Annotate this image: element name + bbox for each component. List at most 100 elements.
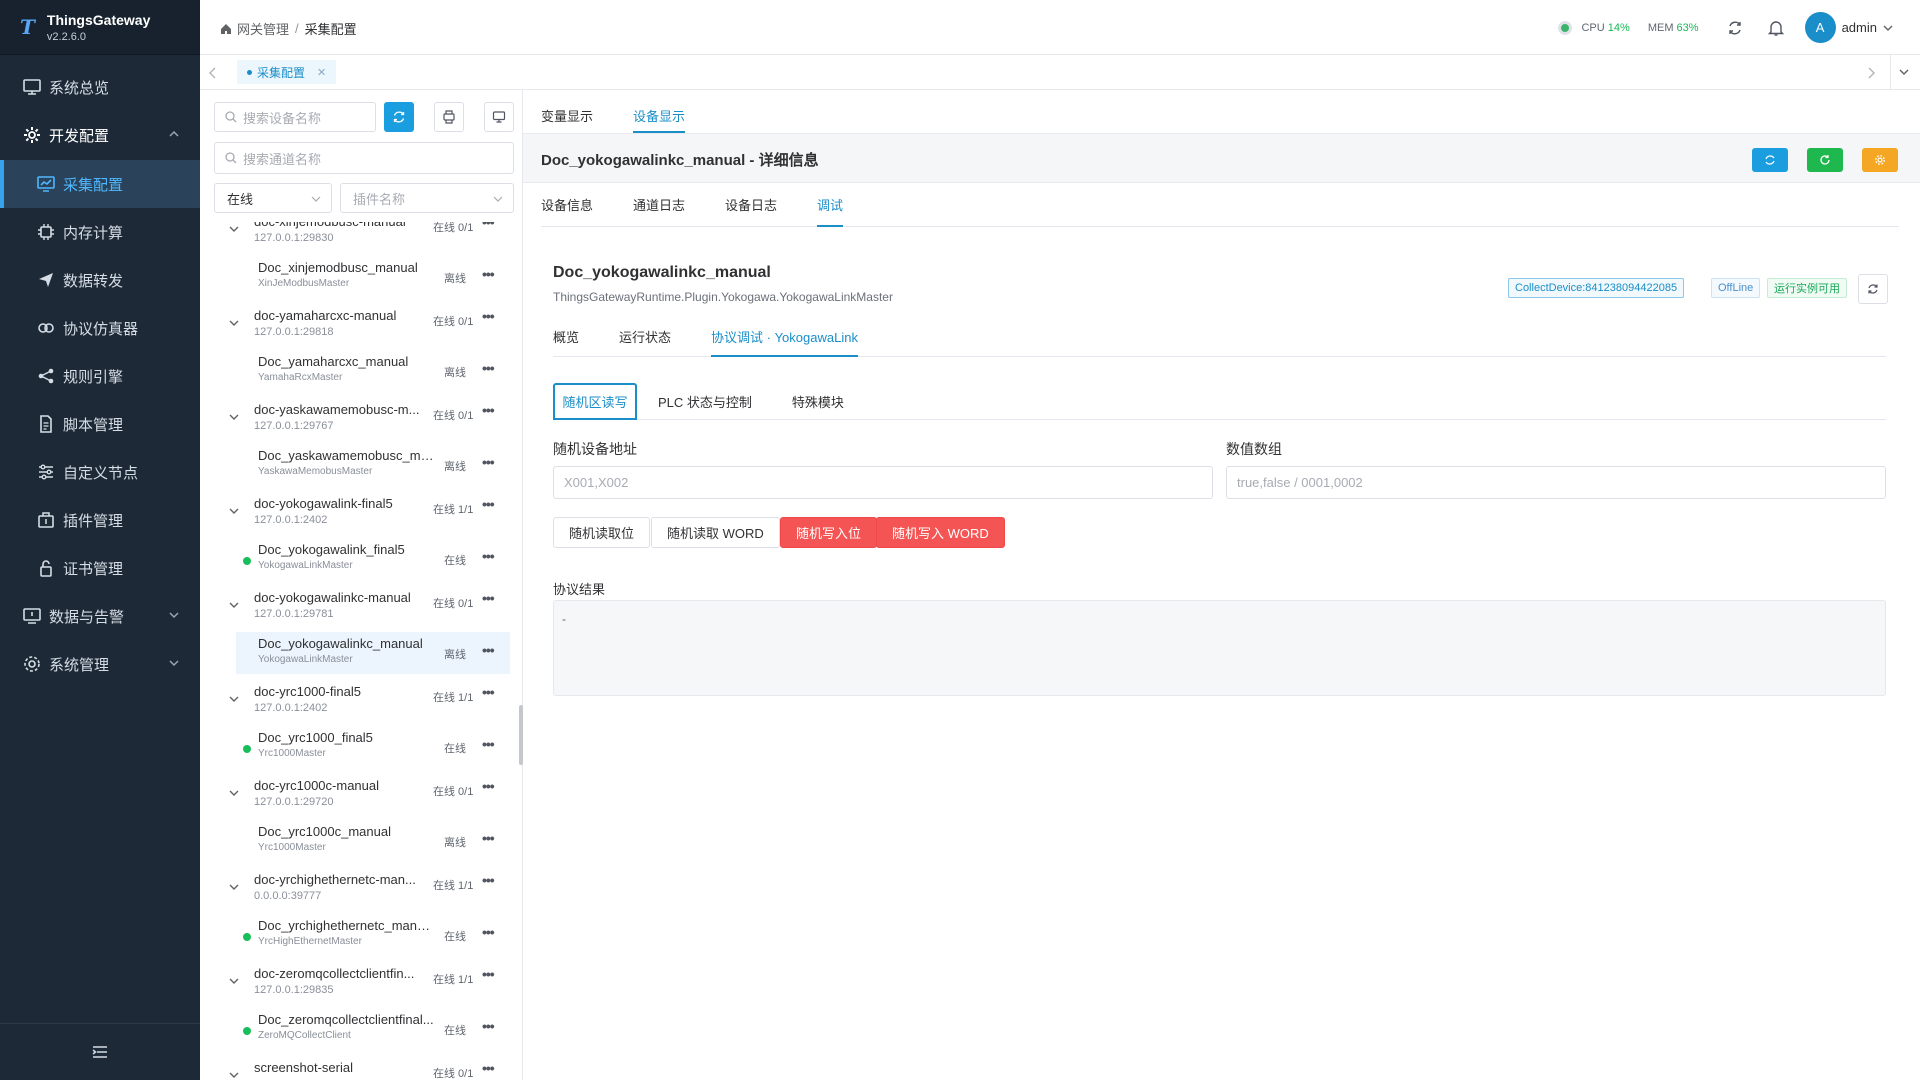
breadcrumb-gateway[interactable]: 网关管理 (237, 19, 289, 38)
tab-overview[interactable]: 概览 (553, 327, 579, 357)
tab-special-module[interactable]: 特殊模块 (792, 383, 844, 420)
more-icon[interactable]: ••• (482, 454, 495, 470)
tree-device-node[interactable]: Doc_xinjemodbusc_manual XinJeModbusMaster… (236, 256, 510, 298)
more-icon[interactable]: ••• (482, 360, 495, 376)
random-write-bit-button[interactable]: 随机写入位 (780, 517, 878, 548)
menu-item-rule-engine[interactable]: 规则引擎 (0, 352, 200, 400)
bell-icon[interactable] (1767, 19, 1785, 37)
sidebar: T ThingsGateway v2.2.6.0 系统总览 开发配置 采集配置 … (0, 0, 200, 1080)
search-icon (225, 152, 237, 164)
search-channel-input[interactable]: 搜索通道名称 (214, 142, 514, 174)
tree-device-node[interactable]: Doc_yaskawamemobusc_ma... YaskawaMemobusM… (236, 444, 510, 486)
status-select[interactable]: 在线 (214, 183, 332, 213)
address-input[interactable]: X001,X002 (553, 466, 1213, 499)
more-icon[interactable]: ••• (482, 736, 495, 752)
more-icon[interactable]: ••• (482, 1018, 495, 1034)
plugin-select[interactable]: 插件名称 (340, 183, 514, 213)
tree-device-node[interactable]: Doc_yrc1000c_manual Yrc1000Master 离线 ••• (236, 820, 510, 862)
tree-channel-node[interactable]: doc-yokogawalink-final5 127.0.0.1:2402 在线 … (200, 496, 522, 540)
collapse-menu-button[interactable] (0, 1023, 200, 1080)
chevron-down-icon[interactable] (1882, 22, 1894, 34)
value-input[interactable]: true,false / 0001,0002 (1226, 466, 1886, 499)
tab-variable-view[interactable]: 变量显示 (541, 100, 593, 133)
tree-channel-node[interactable]: doc-yamaharcxc-manual 127.0.0.1:29818 在线 0… (200, 308, 522, 352)
more-icon[interactable]: ••• (482, 966, 495, 982)
more-icon[interactable]: ••• (482, 590, 495, 606)
menu-item-data-forward[interactable]: 数据转发 (0, 256, 200, 304)
menu-item-memory-compute[interactable]: 内存计算 (0, 208, 200, 256)
more-icon[interactable]: ••• (482, 308, 495, 324)
tree-device-node[interactable]: Doc_yrc1000_final5 Yrc1000Master 在线 ••• (236, 726, 510, 768)
refresh-button[interactable] (1752, 148, 1788, 172)
tabs-scroll-left-icon[interactable] (208, 67, 218, 79)
tab-channel-log[interactable]: 通道日志 (633, 197, 685, 227)
tree-device-node[interactable]: Doc_zeromqcollectclientfinal... ZeroMQCol… (236, 1008, 510, 1050)
tree-device-node[interactable]: Doc_yrchighethernetc_manual YrcHighEthern… (236, 914, 510, 956)
more-icon[interactable]: ••• (482, 872, 495, 888)
page-tab-collect-config[interactable]: 采集配置 ✕ (237, 60, 337, 84)
random-read-word-button[interactable]: 随机读取 WORD (651, 517, 780, 548)
tree-channel-node[interactable]: doc-xinjemodbusc-manual127.0.0.1:29830在线… (200, 222, 522, 258)
tree-channel-node[interactable]: doc-yrc1000c-manual 127.0.0.1:29720 在线 0/1… (200, 778, 522, 822)
menu-item-custom-node[interactable]: 自定义节点 (0, 448, 200, 496)
tree-channel-node[interactable]: doc-yrc1000-final5 127.0.0.1:2402 在线 1/1 ••… (200, 684, 522, 728)
tree-channel-node[interactable]: screenshot-serial 在线 0/1 ••• (200, 1060, 522, 1080)
more-icon[interactable]: ••• (482, 222, 495, 230)
tree-device-node[interactable]: Doc_yamaharcxc_manual YamahaRcxMaster 离线 ••… (236, 350, 510, 392)
tree-channel-node[interactable]: doc-zeromqcollectclientfin... 127.0.0.1:2… (200, 966, 522, 1010)
menu-item-overview[interactable]: 系统总览 (0, 63, 200, 111)
more-icon[interactable]: ••• (482, 402, 495, 418)
menu-item-plugin-manage[interactable]: 插件管理 (0, 496, 200, 544)
more-icon[interactable]: ••• (482, 684, 495, 700)
device-plugin-class: ThingsGatewayRuntime.Plugin.Yokogawa.Yok… (553, 290, 893, 304)
app-logo[interactable]: T ThingsGateway v2.2.6.0 (0, 0, 200, 55)
menu-item-protocol-simulator[interactable]: 协议仿真器 (0, 304, 200, 352)
restart-button[interactable] (1807, 148, 1843, 172)
settings-button[interactable] (1862, 148, 1898, 172)
menu-item-data-alarm[interactable]: 数据与告警 (0, 592, 200, 640)
more-icon[interactable]: ••• (482, 830, 495, 846)
chevron-down-icon (229, 884, 239, 890)
refresh-tree-button[interactable] (384, 102, 414, 132)
search-device-input[interactable]: 搜索设备名称 (214, 102, 376, 132)
tab-protocol-debug[interactable]: 协议调试 · YokogawaLink (711, 327, 858, 357)
menu-item-system-manage[interactable]: 系统管理 (0, 640, 200, 688)
tree-device-node[interactable]: Doc_yokogawalink_final5 YokogawaLinkMaste… (236, 538, 510, 580)
menu-item-cert-manage[interactable]: 证书管理 (0, 544, 200, 592)
tab-device-log[interactable]: 设备日志 (725, 197, 777, 227)
device-refresh-button[interactable] (1858, 274, 1888, 304)
more-icon[interactable]: ••• (482, 1060, 495, 1076)
channel-view-button[interactable] (434, 102, 464, 132)
more-icon[interactable]: ••• (482, 642, 495, 658)
more-icon[interactable]: ••• (482, 496, 495, 512)
tree-channel-node[interactable]: doc-yrchighethernetc-man... 0.0.0.0:39777… (200, 872, 522, 916)
tree-channel-node[interactable]: doc-yaskawamemobusc-m... 127.0.0.1:29767 在… (200, 402, 522, 446)
chevron-down-icon (169, 660, 179, 667)
tabs-menu-chevron-icon[interactable] (1898, 66, 1910, 78)
refresh-icon[interactable] (1727, 20, 1743, 36)
more-icon[interactable]: ••• (482, 778, 495, 794)
close-icon[interactable]: ✕ (317, 66, 326, 79)
more-icon[interactable]: ••• (482, 548, 495, 564)
tab-random-rw[interactable]: 随机区读写 (553, 382, 637, 420)
online-dot (243, 933, 251, 941)
user-name[interactable]: admin (1842, 20, 1877, 35)
device-view-button[interactable] (484, 102, 514, 132)
tabs-scroll-right-icon[interactable] (1866, 67, 1876, 79)
avatar[interactable]: A (1804, 12, 1836, 43)
tab-device-view[interactable]: 设备显示 (633, 100, 686, 133)
more-icon[interactable]: ••• (482, 924, 495, 940)
menu-item-dev-config[interactable]: 开发配置 (0, 111, 200, 159)
random-write-word-button[interactable]: 随机写入 WORD (876, 517, 1005, 548)
tree-channel-node[interactable]: doc-yokogawalinkc-manual 127.0.0.1:29781 在… (200, 590, 522, 634)
protocol-tabs: 概览 运行状态 协议调试 · YokogawaLink (553, 327, 1886, 357)
tree-device-node-selected[interactable]: Doc_yokogawalinkc_manual YokogawaLinkMast… (236, 632, 510, 674)
menu-item-script-manage[interactable]: 脚本管理 (0, 400, 200, 448)
more-icon[interactable]: ••• (482, 266, 495, 282)
random-read-bit-button[interactable]: 随机读取位 (553, 517, 651, 548)
tab-plc-status-control[interactable]: PLC 状态与控制 (658, 383, 752, 420)
menu-item-collect-config[interactable]: 采集配置 (0, 160, 200, 208)
tab-runtime-status[interactable]: 运行状态 (619, 327, 671, 357)
tab-debug[interactable]: 调试 (817, 197, 844, 227)
tab-device-info[interactable]: 设备信息 (541, 197, 593, 227)
